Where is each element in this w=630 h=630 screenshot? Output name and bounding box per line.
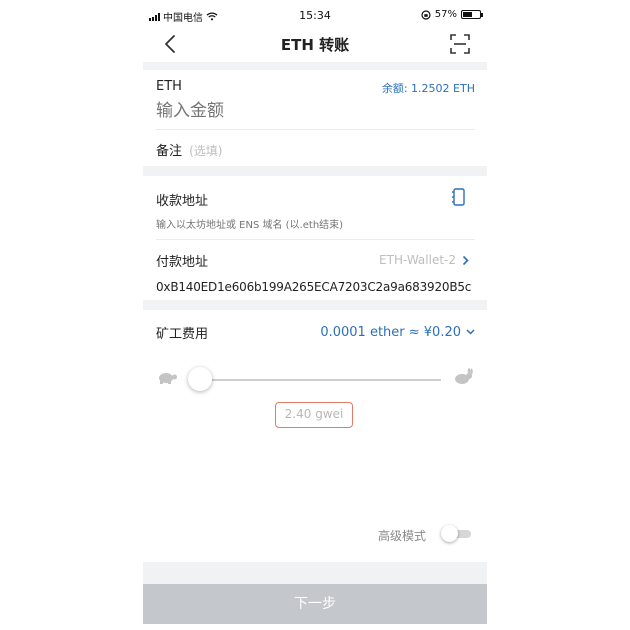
page-title: ETH 转账	[280, 36, 350, 54]
status-bar: 中国电信 15:34 57%	[143, 8, 487, 26]
rabbit-icon	[455, 368, 473, 384]
amount-input[interactable]	[156, 98, 456, 124]
battery-percent: 57%	[434, 9, 457, 20]
recipient-label: 收款地址	[156, 194, 209, 209]
wallet-selector[interactable]: ETH-Wallet-2	[379, 252, 469, 268]
divider	[143, 166, 487, 176]
note-hint: (选填)	[189, 144, 223, 158]
separator	[156, 239, 475, 240]
toggle-thumb	[441, 525, 458, 542]
amount-section: ETH 余额: 1.2502 ETH 备注 (选填)	[143, 70, 487, 166]
scan-icon[interactable]	[449, 33, 471, 55]
fee-dropdown[interactable]: 0.0001 ether ≈ ¥0.20	[320, 324, 475, 340]
currency-label: ETH	[156, 79, 182, 94]
divider	[143, 62, 487, 70]
orientation-lock-icon	[421, 9, 431, 20]
bottom-spacer	[143, 562, 487, 584]
gas-price-display: 2.40 gwei	[275, 402, 353, 428]
address-book-icon[interactable]	[451, 188, 465, 206]
slider-track[interactable]	[201, 379, 441, 381]
fee-label: 矿工费用	[156, 327, 209, 342]
sender-label: 付款地址	[156, 255, 209, 270]
slider-handle[interactable]	[188, 367, 212, 391]
note-field[interactable]: 备注 (选填)	[156, 140, 456, 160]
advanced-mode-label: 高级模式	[378, 529, 427, 543]
wallet-name: ETH-Wallet-2	[379, 253, 456, 267]
battery-icon	[461, 10, 483, 19]
fee-value: 0.0001 ether ≈ ¥0.20	[320, 324, 461, 340]
phone-screen: 中国电信 15:34 57% ETH 转账 ETH 余额: 1.2502 ETH…	[143, 0, 487, 630]
separator	[156, 129, 475, 130]
nav-bar: ETH 转账	[143, 26, 487, 62]
status-right: 57%	[421, 9, 483, 20]
advanced-mode-toggle[interactable]	[441, 525, 471, 542]
turtle-icon	[159, 373, 177, 384]
next-button[interactable]: 下一步	[143, 584, 487, 624]
recipient-input[interactable]	[156, 216, 456, 234]
divider	[143, 300, 487, 310]
balance-label: 余额: 1.2502 ETH	[381, 82, 475, 95]
chevron-down-icon	[466, 329, 475, 335]
address-section: 收款地址 付款地址 ETH-Wallet-2 0xB140ED1e606b199…	[143, 176, 487, 300]
sender-address: 0xB140ED1e606b199A265ECA7203C2a9a683920B…	[156, 280, 472, 294]
chevron-right-icon	[462, 255, 469, 265]
note-label: 备注	[156, 144, 183, 159]
